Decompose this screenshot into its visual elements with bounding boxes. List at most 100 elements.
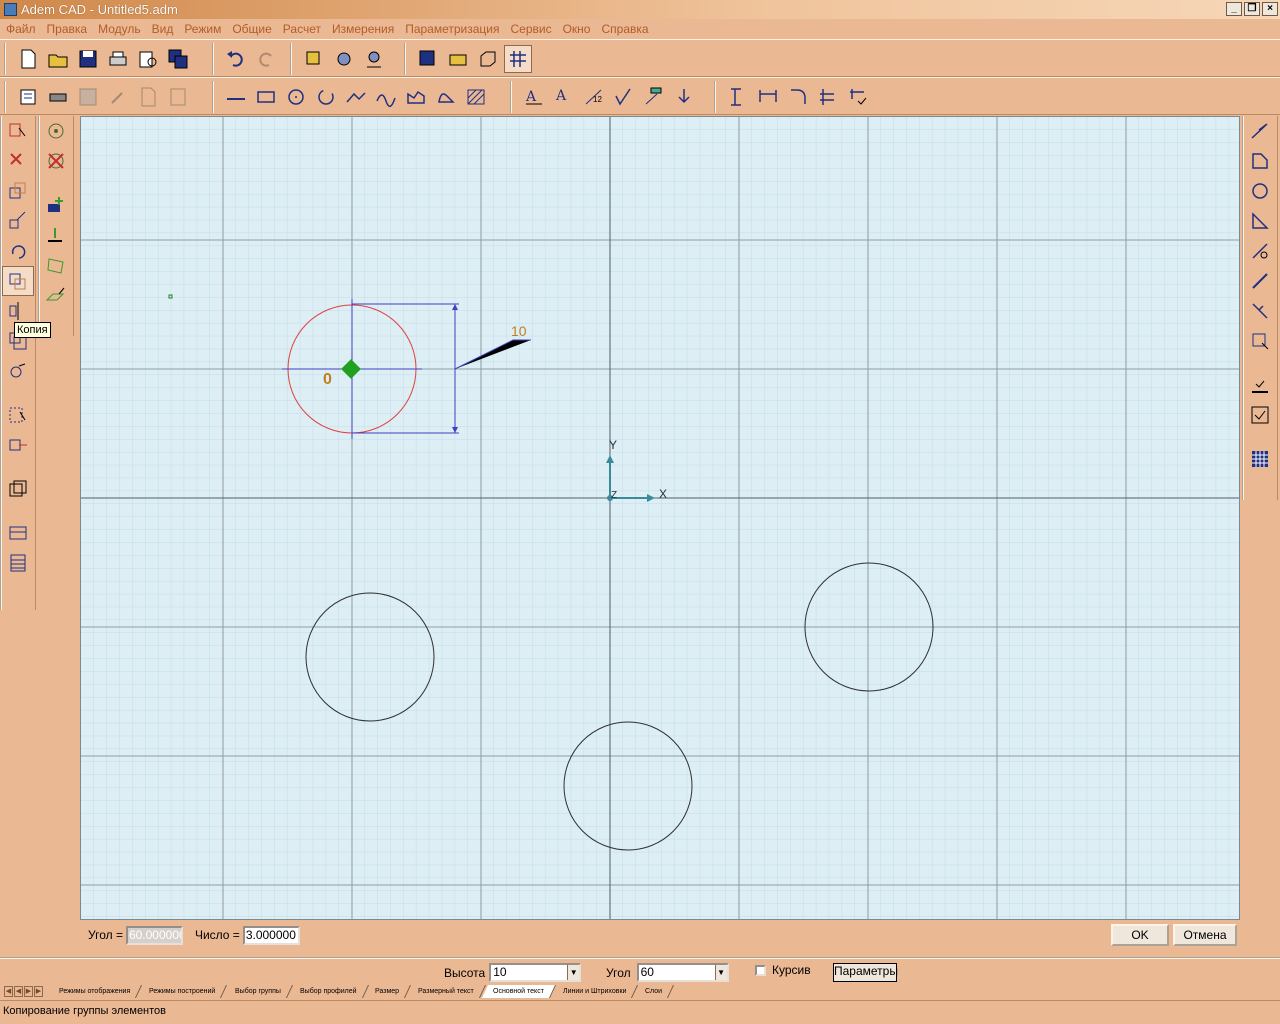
- select-copy-icon[interactable]: [2, 400, 34, 430]
- tab-construction-modes[interactable]: Режимы построений: [138, 985, 228, 998]
- drawing-svg[interactable]: Y X Z 10 0: [81, 117, 1240, 920]
- layer-add-icon[interactable]: [40, 220, 72, 250]
- dimension-icon[interactable]: 12: [580, 83, 608, 111]
- circle-center-icon[interactable]: [282, 83, 310, 111]
- tab-prev-icon[interactable]: ◀: [14, 986, 23, 997]
- restore-button[interactable]: ❐: [1244, 2, 1260, 16]
- minimize-button[interactable]: _: [1226, 2, 1242, 16]
- delete-icon[interactable]: [2, 146, 34, 176]
- tab-first-icon[interactable]: ◀: [4, 986, 13, 997]
- tab-display-modes[interactable]: Режимы отображения: [47, 985, 143, 998]
- height-dropdown-icon[interactable]: ▼: [567, 965, 580, 980]
- tab-dimension[interactable]: Размер: [364, 985, 412, 998]
- snap-circle-icon[interactable]: [40, 116, 72, 146]
- angle-combo[interactable]: 60 ▼: [636, 963, 729, 982]
- parameters-button[interactable]: Параметры: [833, 963, 898, 982]
- undo-icon[interactable]: [222, 45, 250, 73]
- 3d-view-icon[interactable]: [300, 45, 328, 73]
- layer-plus-icon[interactable]: [40, 190, 72, 220]
- angle-input[interactable]: 60.000000: [125, 925, 183, 945]
- export-icon[interactable]: [444, 45, 472, 73]
- select-group-icon[interactable]: [2, 116, 34, 146]
- open-folder-icon[interactable]: [44, 45, 72, 73]
- menu-service[interactable]: Сервис: [511, 22, 552, 36]
- menu-file[interactable]: Файл: [6, 22, 36, 36]
- cube-icon[interactable]: [474, 45, 502, 73]
- save-icon[interactable]: [74, 45, 102, 73]
- dim-vertical-icon[interactable]: [724, 83, 752, 111]
- text-edit-icon[interactable]: A: [550, 83, 578, 111]
- pattern-icon[interactable]: [1244, 444, 1276, 474]
- hatch-icon[interactable]: [462, 83, 490, 111]
- save-view-icon[interactable]: [414, 45, 442, 73]
- snap-perpendicular-icon[interactable]: [1244, 296, 1276, 326]
- circle-tangent-icon[interactable]: [312, 83, 340, 111]
- menu-mode[interactable]: Режим: [184, 22, 221, 36]
- count-input[interactable]: 3.000000: [242, 925, 300, 945]
- check-icon[interactable]: [1244, 370, 1276, 400]
- transform-icon[interactable]: [2, 430, 34, 460]
- check-box-icon[interactable]: [1244, 400, 1276, 430]
- tab-profile-select[interactable]: Выбор профилей: [288, 985, 369, 998]
- tab-next-icon[interactable]: ▶: [24, 986, 33, 997]
- ok-button[interactable]: OK: [1111, 924, 1169, 946]
- tab-lines-hatch[interactable]: Линии и Штриховки: [551, 985, 639, 998]
- spline-icon[interactable]: [432, 83, 460, 111]
- menu-measurements[interactable]: Измерения: [332, 22, 394, 36]
- snap-triangle-icon[interactable]: [1244, 206, 1276, 236]
- new-file-icon[interactable]: [14, 45, 42, 73]
- dim-check-icon[interactable]: [844, 83, 872, 111]
- polyline-icon[interactable]: [342, 83, 370, 111]
- rectangle-icon[interactable]: [252, 83, 280, 111]
- menu-edit[interactable]: Правка: [47, 22, 88, 36]
- line-icon[interactable]: [222, 83, 250, 111]
- spec-icon[interactable]: [2, 548, 34, 578]
- move-icon[interactable]: [2, 176, 34, 206]
- move-arrow-icon[interactable]: [2, 206, 34, 236]
- snap-endpoint-icon[interactable]: [1244, 116, 1276, 146]
- menu-help[interactable]: Справка: [601, 22, 648, 36]
- table-icon[interactable]: [2, 518, 34, 548]
- dim-radial-icon[interactable]: [784, 83, 812, 111]
- workplane-icon[interactable]: [40, 280, 72, 310]
- tolerance-icon[interactable]: [640, 83, 668, 111]
- close-button[interactable]: ×: [1262, 2, 1278, 16]
- height-combo[interactable]: 10 ▼: [489, 963, 582, 982]
- visibility-icon[interactable]: [330, 45, 358, 73]
- tab-group-select[interactable]: Выбор группы: [223, 985, 293, 998]
- menu-module[interactable]: Модуль: [98, 22, 141, 36]
- rotate-icon[interactable]: [2, 236, 34, 266]
- italic-checkbox[interactable]: [755, 964, 766, 976]
- print-preview-icon[interactable]: [134, 45, 162, 73]
- base-icon[interactable]: [670, 83, 698, 111]
- menu-view[interactable]: Вид: [152, 22, 174, 36]
- menu-window[interactable]: Окно: [563, 22, 591, 36]
- properties-icon[interactable]: [14, 83, 42, 111]
- snap-trim-icon[interactable]: [1244, 236, 1276, 266]
- tab-layers[interactable]: Слои: [634, 985, 675, 998]
- tab-main-text[interactable]: Основной текст: [481, 985, 556, 998]
- snap-corner-icon[interactable]: [1244, 146, 1276, 176]
- cancel-button[interactable]: Отмена: [1173, 924, 1237, 946]
- menu-calculation[interactable]: Расчет: [283, 22, 321, 36]
- snap-select-icon[interactable]: [1244, 326, 1276, 356]
- dim-horizontal-icon[interactable]: [754, 83, 782, 111]
- roughness-icon[interactable]: [610, 83, 638, 111]
- plane-icon[interactable]: [40, 250, 72, 280]
- copy-icon[interactable]: [2, 266, 34, 296]
- snap-line-icon[interactable]: [1244, 266, 1276, 296]
- contour-icon[interactable]: [402, 83, 430, 111]
- array-icon[interactable]: [2, 356, 34, 386]
- block-icon[interactable]: [2, 474, 34, 504]
- tab-dimension-text[interactable]: Размерный текст: [407, 985, 486, 998]
- menu-general[interactable]: Общие: [232, 22, 271, 36]
- angle-dropdown-icon[interactable]: ▼: [714, 965, 727, 980]
- text-icon[interactable]: A: [520, 83, 548, 111]
- arc-icon[interactable]: [372, 83, 400, 111]
- visibility-settings-icon[interactable]: [360, 45, 388, 73]
- car-icon[interactable]: [44, 83, 72, 111]
- grid-snap-icon[interactable]: [504, 45, 532, 73]
- dim-chain-icon[interactable]: [814, 83, 842, 111]
- print-icon[interactable]: [104, 45, 132, 73]
- save-all-icon[interactable]: [164, 45, 192, 73]
